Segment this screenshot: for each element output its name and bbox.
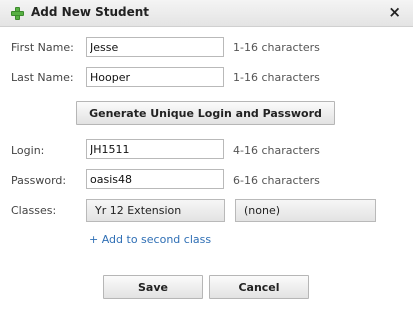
password-field[interactable] (86, 169, 224, 189)
add-second-class-link[interactable]: + Add to second class (89, 233, 211, 246)
first-class-select[interactable]: Yr 12 Extension (86, 199, 225, 222)
last-name-hint: 1-16 characters (233, 71, 320, 84)
second-class-select[interactable]: (none) (235, 199, 376, 222)
add-student-dialog: Add New Student × First Name: 1-16 chara… (0, 0, 413, 309)
save-button[interactable]: Save (103, 275, 203, 299)
classes-label: Classes: (11, 204, 57, 217)
close-icon[interactable]: × (388, 3, 401, 21)
first-name-label: First Name: (11, 41, 74, 54)
password-hint: 6-16 characters (233, 174, 320, 187)
dialog-titlebar: Add New Student × (0, 0, 413, 27)
first-name-hint: 1-16 characters (233, 41, 320, 54)
last-name-label: Last Name: (11, 71, 74, 84)
generate-login-button[interactable]: Generate Unique Login and Password (76, 101, 335, 125)
password-label: Password: (11, 174, 67, 187)
plus-icon (11, 7, 24, 20)
login-hint: 4-16 characters (233, 144, 320, 157)
first-name-field[interactable] (86, 37, 224, 57)
last-name-field[interactable] (86, 67, 224, 87)
cancel-button[interactable]: Cancel (209, 275, 309, 299)
login-field[interactable] (86, 139, 224, 159)
login-label: Login: (11, 144, 45, 157)
dialog-title: Add New Student (31, 5, 150, 19)
